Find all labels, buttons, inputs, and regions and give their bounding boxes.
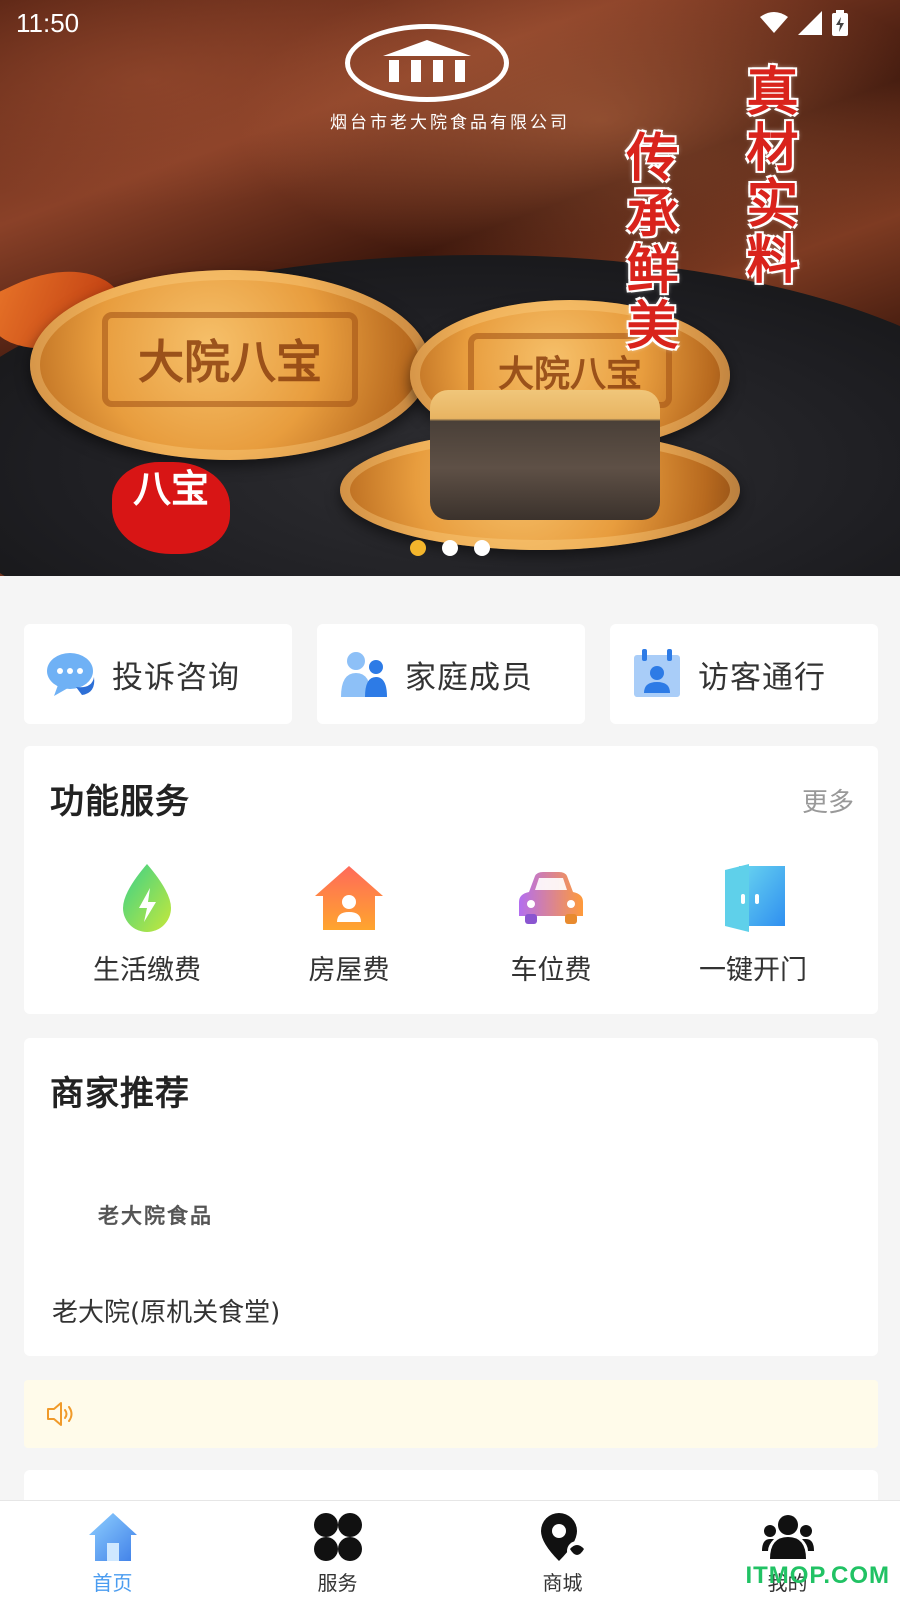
red-seal-badge: 八宝 (112, 462, 230, 554)
tab-label: 服务 (317, 1571, 358, 1595)
quick-action-label: 家庭成员 (405, 659, 533, 696)
utility-bolt-drop-icon (123, 864, 171, 932)
carousel-indicators (410, 540, 490, 556)
home-icon (88, 1513, 137, 1561)
merchants-panel: 商家推荐 老大院食品 老大院(原机关食堂) (24, 1038, 878, 1356)
service-label: 房屋费 (308, 955, 390, 986)
quick-action-label: 访客通行 (698, 659, 826, 696)
section-title: 商家推荐 (50, 1074, 190, 1114)
slogan-right: 真材实料 (737, 64, 798, 288)
location-pin-icon (540, 1513, 587, 1561)
carousel-dot[interactable] (442, 540, 458, 556)
watermark-text: ITMOP.COM (745, 1562, 890, 1589)
quick-action-family[interactable]: 家庭成员 (317, 624, 585, 724)
status-time: 11:50 (16, 8, 80, 38)
cake-stamp-text: 大院八宝 (102, 311, 358, 407)
more-link[interactable]: 更多 (802, 782, 854, 819)
cut-mooncake-image (430, 390, 660, 520)
banner-carousel[interactable]: 大院八宝 大院八宝 烟台市老大院食品有限公司 真材实料 传承鲜美 八宝 (0, 0, 900, 576)
chat-bubble-icon (47, 653, 95, 696)
service-label: 一键开门 (699, 955, 807, 986)
service-label: 车位费 (510, 955, 592, 986)
quick-action-label: 投诉咨询 (112, 659, 240, 696)
service-label: 生活缴费 (93, 955, 201, 986)
visitor-pass-icon (634, 649, 680, 697)
tab-mall[interactable]: 商城 (450, 1501, 675, 1600)
services-panel: 功能服务 更多 生活缴费 房屋费 车位费 一键开门 (24, 746, 878, 1014)
notice-bar[interactable] (24, 1380, 878, 1448)
merchant-name[interactable]: 老大院(原机关食堂) (52, 1292, 280, 1329)
service-parking-fee[interactable]: 车位费 (450, 862, 652, 987)
quick-action-visitor[interactable]: 访客通行 (610, 624, 878, 724)
grid-clover-icon (313, 1513, 362, 1561)
status-bar: 11:50 (0, 0, 900, 50)
service-one-key-open[interactable]: 一键开门 (652, 862, 854, 987)
carousel-dot[interactable] (474, 540, 490, 556)
signal-icon (798, 11, 822, 35)
section-title: 功能服务 (50, 782, 190, 822)
tab-label: 商城 (542, 1571, 583, 1595)
slogan-left: 传承鲜美 (617, 130, 678, 354)
speaker-icon (47, 1402, 73, 1426)
user-group-icon (761, 1515, 814, 1559)
car-icon (519, 872, 583, 924)
mooncake-image: 大院八宝 (30, 270, 430, 460)
tab-services[interactable]: 服务 (225, 1501, 450, 1600)
family-members-icon (341, 652, 387, 697)
door-open-icon (725, 864, 785, 932)
tab-home[interactable]: 首页 (0, 1501, 225, 1600)
merchant-logo[interactable]: 老大院食品 (98, 1200, 213, 1230)
carousel-dot[interactable] (410, 540, 426, 556)
service-house-fee[interactable]: 房屋费 (248, 862, 450, 987)
quick-actions: 投诉咨询 家庭成员 访客通行 (24, 624, 878, 724)
tab-label: 首页 (92, 1571, 133, 1595)
quick-action-complaint[interactable]: 投诉咨询 (24, 624, 292, 724)
wifi-icon (760, 12, 788, 33)
battery-icon (832, 10, 848, 36)
service-utility-payment[interactable]: 生活缴费 (46, 862, 248, 987)
house-fee-icon (315, 866, 383, 930)
